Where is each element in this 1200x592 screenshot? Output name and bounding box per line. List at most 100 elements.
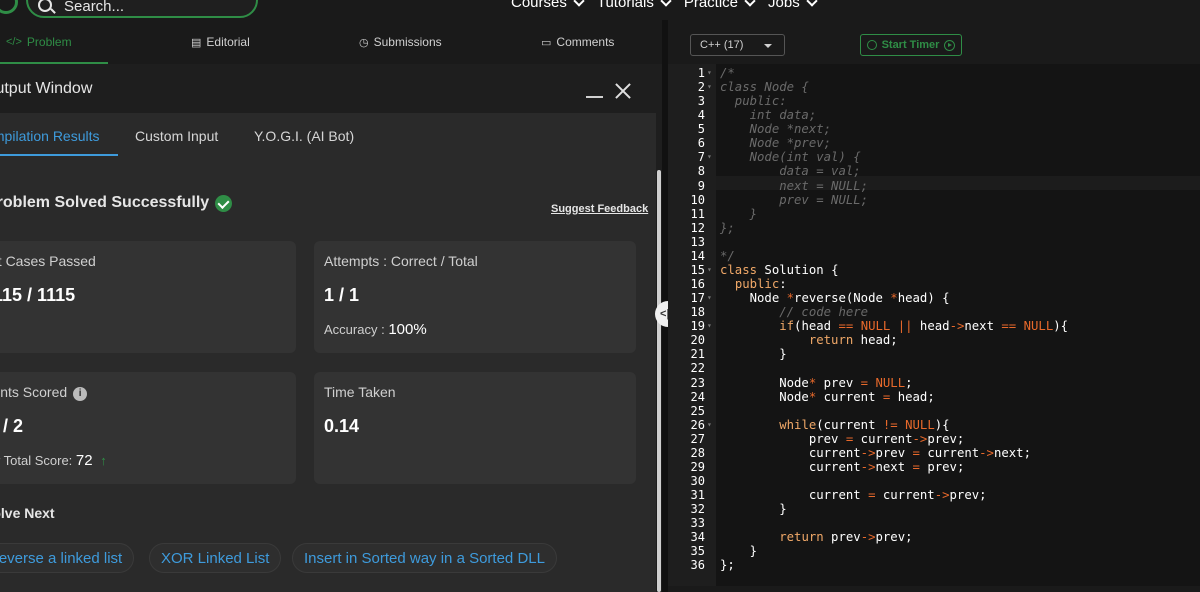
close-icon[interactable] bbox=[614, 82, 632, 100]
line-number: 9 bbox=[697, 178, 705, 193]
line-number: 19 bbox=[690, 319, 705, 334]
fold-arrow-icon[interactable]: ▾ bbox=[707, 291, 712, 305]
code-line[interactable]: // code here bbox=[720, 305, 868, 319]
time-label: Time Taken bbox=[324, 384, 396, 400]
tab-custom-input[interactable]: Custom Input bbox=[135, 128, 218, 144]
code-token: -> bbox=[979, 445, 994, 460]
code-token: data = val; bbox=[720, 164, 861, 179]
code-token: */ bbox=[720, 248, 735, 263]
code-line[interactable]: Node* current = head; bbox=[720, 390, 935, 404]
fold-arrow-icon[interactable]: ▾ bbox=[707, 150, 712, 164]
code-line[interactable]: prev = current->prev; bbox=[720, 432, 965, 446]
line-number: 30 bbox=[690, 474, 705, 489]
search-input[interactable]: Search... bbox=[64, 0, 124, 15]
suggest-feedback-link[interactable]: Suggest Feedback bbox=[551, 203, 648, 215]
solve-next-chip-xor-linked-list[interactable]: XOR Linked List bbox=[149, 543, 282, 573]
nav-practice[interactable]: Practice bbox=[684, 0, 756, 11]
line-number: 15 bbox=[690, 262, 705, 277]
tab-problem[interactable]: </> Problem bbox=[0, 20, 107, 64]
code-line[interactable]: } bbox=[720, 544, 757, 558]
fold-arrow-icon[interactable]: ▾ bbox=[707, 66, 712, 80]
code-token: Node(int val) { bbox=[720, 150, 861, 165]
gfg-logo-icon[interactable] bbox=[0, 0, 18, 14]
code-line[interactable]: Node(int val) { bbox=[720, 150, 861, 164]
tab-submissions[interactable]: ◷ Submissions bbox=[359, 20, 442, 64]
code-line[interactable]: */ bbox=[720, 249, 735, 263]
line-number: 14 bbox=[690, 248, 705, 263]
line-number: 29 bbox=[690, 459, 705, 474]
code-token: NULL bbox=[1023, 319, 1054, 334]
code-line[interactable]: next = NULL; bbox=[720, 179, 868, 193]
line-number: 7 bbox=[697, 150, 705, 165]
tab-editorial[interactable]: ▤ Editorial bbox=[191, 20, 250, 64]
code-token: if bbox=[779, 319, 795, 334]
nav-tutorials[interactable]: Tutorials bbox=[597, 0, 672, 11]
total-score-label: Your Total Score: bbox=[0, 453, 73, 468]
fold-arrow-icon[interactable]: ▾ bbox=[707, 263, 712, 277]
solve-next-chip-reverse-linked-list[interactable]: Reverse a linked list bbox=[0, 543, 135, 573]
code-token: return bbox=[808, 333, 854, 348]
points-label-row: Points Scored i bbox=[0, 384, 88, 401]
search-box[interactable]: Search... bbox=[26, 0, 258, 18]
code-token: prev bbox=[875, 445, 913, 460]
code-line[interactable]: return prev->prev; bbox=[720, 530, 912, 544]
code-token: prev; bbox=[919, 459, 965, 474]
nav-courses[interactable]: Courses bbox=[511, 0, 585, 11]
line-number: 24 bbox=[690, 389, 705, 404]
minimize-icon[interactable] bbox=[586, 96, 603, 98]
code-line[interactable]: current->prev = current->next; bbox=[720, 446, 1031, 460]
tab-yogi-ai-bot[interactable]: Y.O.G.I. (AI Bot) bbox=[254, 128, 354, 144]
fold-arrow-icon[interactable]: ▾ bbox=[707, 80, 712, 94]
main-nav: Courses Tutorials Practice Jobs bbox=[511, 0, 830, 11]
code-line[interactable]: public: bbox=[720, 94, 787, 108]
language-select[interactable]: C++ (17) bbox=[690, 34, 785, 56]
tab-comments[interactable]: ▭ Comments bbox=[541, 20, 614, 64]
attempts-label: Attempts : Correct / Total bbox=[324, 253, 478, 269]
solve-next-chip-insert-sorted-dll[interactable]: Insert in Sorted way in a Sorted DLL bbox=[292, 543, 557, 573]
line-number: 5 bbox=[697, 122, 705, 137]
code-line[interactable]: /* bbox=[720, 66, 735, 80]
test-cases-value: 1115 / 1115 bbox=[0, 285, 76, 305]
points-card: Points Scored i 2 / 2 Your Total Score: 7… bbox=[0, 372, 296, 484]
line-number: 17 bbox=[690, 291, 705, 306]
code-line[interactable]: Node* prev = NULL; bbox=[720, 376, 912, 390]
code-line[interactable]: Node *next; bbox=[720, 122, 831, 136]
code-token: = bbox=[912, 445, 920, 460]
code-line[interactable]: Node *prev; bbox=[720, 136, 831, 150]
code-line[interactable]: Node *reverse(Node *head) { bbox=[720, 291, 950, 305]
start-timer-button[interactable]: Start Timer bbox=[860, 34, 962, 56]
tab-compilation-results[interactable]: Compilation Results bbox=[0, 128, 100, 144]
code-token: Node *prev; bbox=[720, 136, 832, 151]
code-line[interactable]: } bbox=[720, 347, 786, 361]
code-line[interactable]: while(current != NULL){ bbox=[720, 417, 949, 432]
code-token: next bbox=[964, 319, 1002, 334]
arrow-up-icon: ↑ bbox=[100, 453, 107, 468]
code-line[interactable]: class Node { bbox=[720, 80, 809, 94]
code-line[interactable]: public: bbox=[720, 277, 787, 291]
code-line[interactable]: prev = NULL; bbox=[720, 193, 868, 207]
editor-bottom-strip bbox=[668, 586, 1200, 592]
code-line[interactable]: class Solution { bbox=[720, 263, 838, 277]
code-line[interactable]: if(head == NULL || head->next == NULL){ bbox=[720, 319, 1068, 333]
fold-arrow-icon[interactable]: ▾ bbox=[707, 319, 712, 333]
output-scrollbar-thumb[interactable] bbox=[657, 170, 661, 592]
tab-editorial-label: Editorial bbox=[206, 35, 250, 49]
code-line[interactable]: int data; bbox=[720, 108, 817, 122]
code-line[interactable]: data = val; bbox=[720, 164, 861, 179]
code-line[interactable]: }; bbox=[720, 221, 735, 235]
line-number: 20 bbox=[690, 333, 705, 348]
code-line[interactable]: }; bbox=[720, 558, 735, 572]
code-line[interactable]: } bbox=[720, 502, 786, 516]
code-line[interactable]: return head; bbox=[720, 333, 898, 347]
points-label: Points Scored bbox=[0, 384, 68, 400]
line-number: 33 bbox=[690, 516, 705, 531]
nav-jobs[interactable]: Jobs bbox=[768, 0, 818, 11]
code-line[interactable]: current->next = prev; bbox=[720, 459, 965, 474]
code-token: }; bbox=[720, 220, 735, 235]
info-icon[interactable]: i bbox=[73, 387, 88, 401]
code-line[interactable]: } bbox=[720, 207, 757, 221]
code-line[interactable]: current = current->prev; bbox=[720, 488, 987, 502]
fold-arrow-icon[interactable]: ▾ bbox=[707, 418, 712, 432]
code-token: NULL bbox=[905, 417, 935, 432]
